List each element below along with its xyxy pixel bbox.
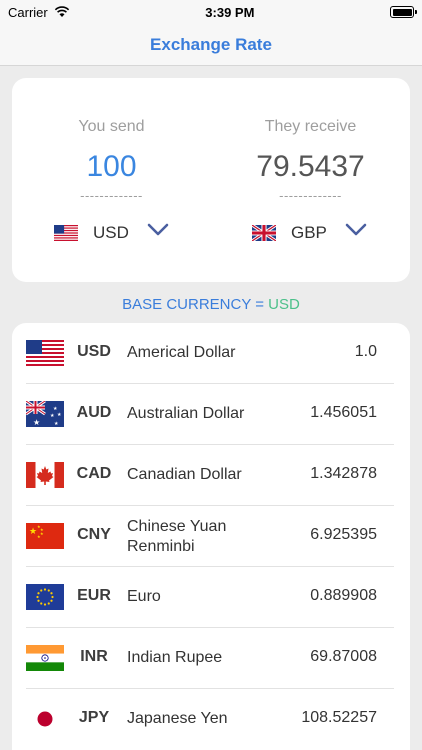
- currency-code: CNY: [77, 526, 111, 543]
- status-left: Carrier: [8, 5, 70, 20]
- currency-code: EUR: [77, 587, 111, 604]
- currency-name: Indian Rupee: [127, 649, 223, 666]
- list-item-inr[interactable]: INR Indian Rupee 69.87008: [12, 628, 410, 689]
- jp-flag-icon: [26, 706, 64, 732]
- list-item-cad[interactable]: CAD Canadian Dollar 1.342878: [12, 445, 410, 506]
- svg-text:★: ★: [40, 531, 44, 536]
- base-currency-code: USD: [268, 296, 300, 313]
- currency-name: Euro: [127, 588, 161, 605]
- rates-list: USD Americal Dollar 1.0 ★ ★ ★ ★ ★ AUD Au…: [12, 323, 410, 750]
- receive-amount: 79.5437: [256, 150, 365, 183]
- page-title: Exchange Rate: [150, 34, 272, 54]
- currency-rate: 1.456051: [310, 404, 377, 421]
- svg-text:★: ★: [57, 412, 62, 418]
- cn-flag-icon: ★ ★ ★ ★ ★: [26, 523, 64, 549]
- currency-name: Canadian Dollar: [127, 466, 242, 483]
- chevron-down-icon[interactable]: [147, 223, 169, 237]
- list-item-cny[interactable]: ★ ★ ★ ★ ★ CNY Chinese Yuan Renminbi 6.92…: [12, 506, 410, 567]
- list-item-eur[interactable]: EUR Euro 0.889908: [12, 567, 410, 628]
- currency-code: USD: [77, 343, 111, 360]
- svg-text:★: ★: [50, 413, 55, 419]
- receive-currency-picker[interactable]: GBP: [211, 220, 410, 244]
- currency-code: AUD: [76, 404, 112, 421]
- us-flag-icon: [26, 340, 64, 366]
- us-flag-icon: [54, 225, 78, 241]
- receive-currency-code: GBP: [291, 223, 327, 242]
- currency-rate: 1.0: [354, 343, 377, 360]
- receive-underline: -------------: [279, 188, 342, 203]
- currency-rate: 1.342878: [310, 465, 377, 482]
- currency-code: CAD: [76, 465, 112, 482]
- send-currency-picker[interactable]: USD: [12, 220, 211, 244]
- send-underline: -------------: [80, 188, 143, 203]
- wifi-icon: [54, 6, 69, 17]
- currency-name: Japanese Yen: [127, 710, 228, 727]
- send-column: You send 100 ------------- USD: [12, 78, 211, 282]
- currency-rate: 0.889908: [310, 587, 377, 604]
- converter-card: You send 100 ------------- USD They rece…: [12, 78, 410, 282]
- chevron-down-icon[interactable]: [345, 223, 367, 237]
- eu-flag-icon: [26, 584, 64, 610]
- send-currency-code: USD: [93, 223, 129, 242]
- list-item-jpy[interactable]: JPY Japanese Yen 108.52257: [12, 689, 410, 750]
- send-label: You send: [78, 118, 145, 135]
- currency-rate: 6.925395: [310, 526, 377, 543]
- currency-name: Chinese Yuan Renminbi: [127, 518, 227, 555]
- battery-icon: [390, 6, 417, 18]
- nav-bar: Exchange Rate: [0, 24, 422, 66]
- currency-rate: 108.52257: [301, 709, 377, 726]
- ca-flag-icon: [26, 462, 64, 488]
- svg-text:★: ★: [33, 418, 40, 427]
- list-item-aud[interactable]: ★ ★ ★ ★ ★ AUD Australian Dollar 1.456051: [12, 384, 410, 445]
- svg-text:★: ★: [37, 534, 41, 539]
- receive-label: They receive: [264, 118, 357, 135]
- au-flag-icon: ★ ★ ★ ★ ★: [26, 401, 64, 427]
- currency-code: JPY: [78, 709, 110, 726]
- status-time: 3:39 PM: [205, 4, 255, 20]
- base-currency-line: BASE CURRENCY = USD: [0, 296, 422, 313]
- carrier-label: Carrier: [8, 4, 48, 20]
- in-flag-icon: [26, 645, 64, 671]
- currency-name: Americal Dollar: [127, 344, 236, 361]
- send-amount-input[interactable]: 100: [12, 150, 211, 184]
- receive-column: They receive 79.5437 ------------- GBP: [211, 78, 410, 282]
- currency-code: INR: [80, 648, 108, 665]
- currency-rate: 69.87008: [310, 648, 377, 665]
- svg-text:★: ★: [29, 527, 37, 537]
- gb-flag-icon: [252, 225, 276, 241]
- svg-text:★: ★: [54, 421, 59, 427]
- currency-name: Australian Dollar: [127, 405, 245, 422]
- list-item-usd[interactable]: USD Americal Dollar 1.0: [12, 323, 410, 384]
- base-currency-label: BASE CURRENCY =: [122, 296, 269, 313]
- status-bar: Carrier 3:39 PM: [0, 0, 422, 24]
